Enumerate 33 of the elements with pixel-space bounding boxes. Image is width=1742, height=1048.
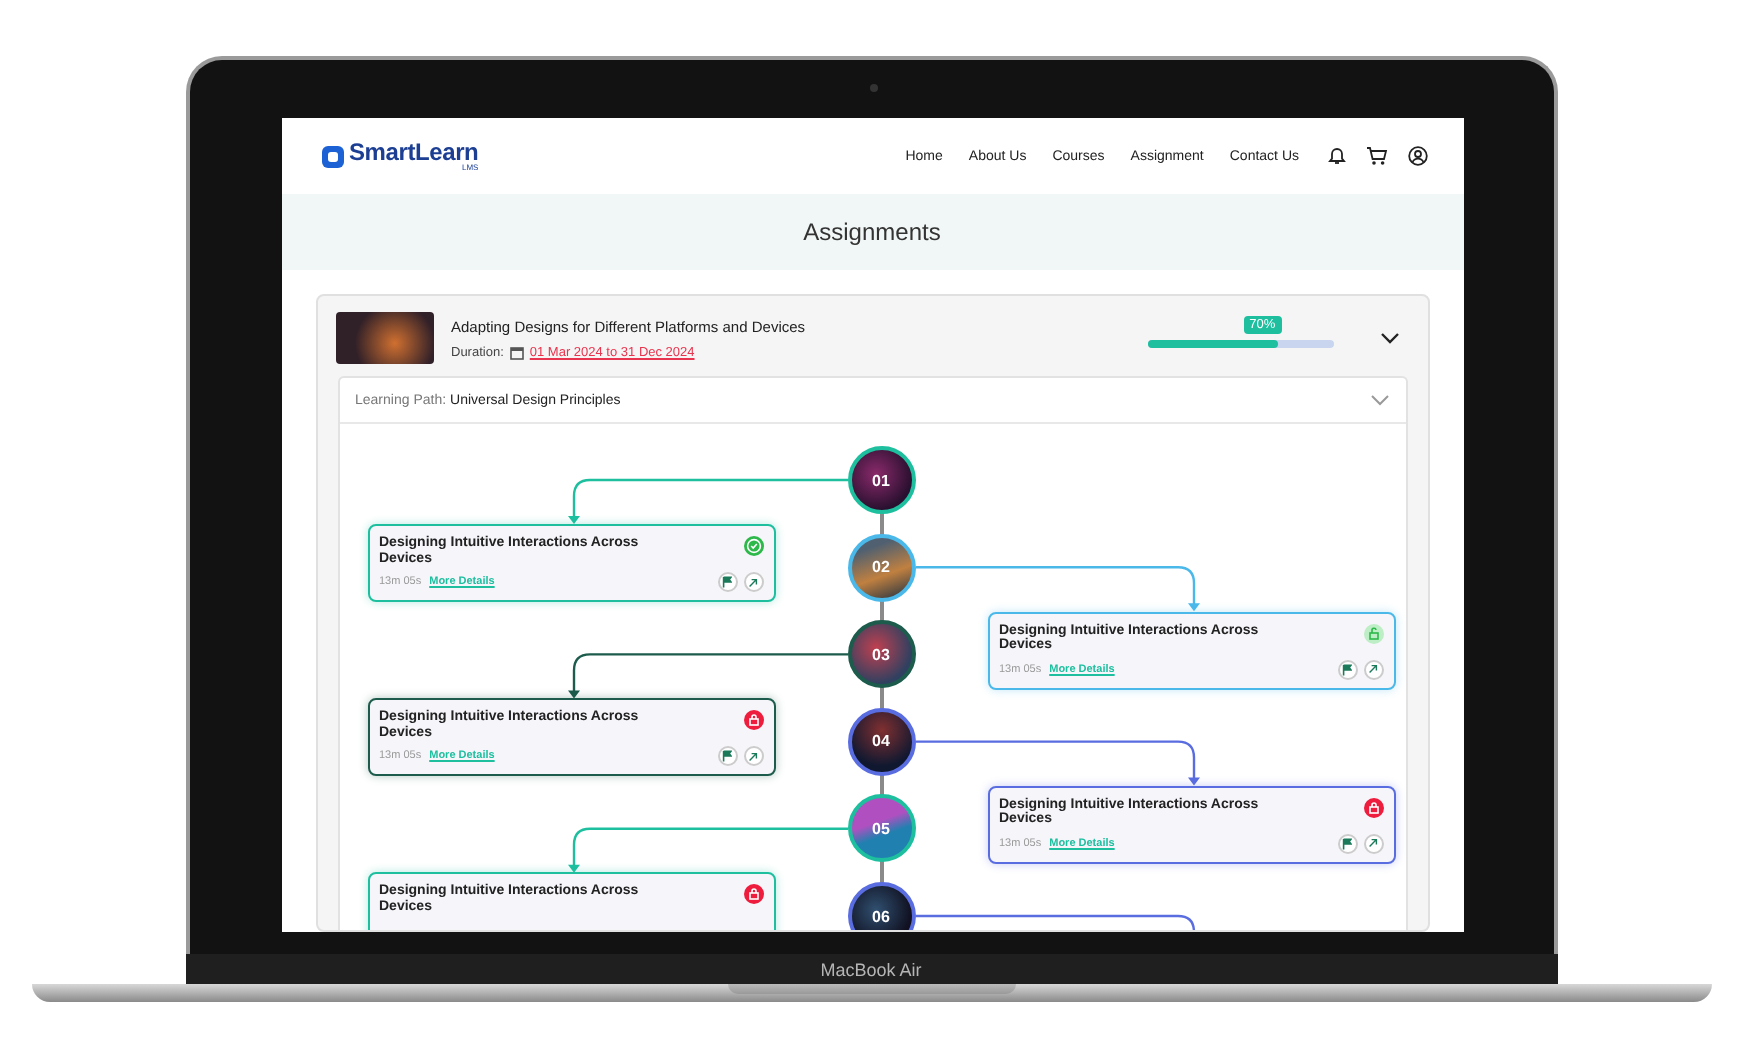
flag-icon <box>722 576 732 588</box>
flag-icon <box>1342 663 1352 676</box>
camera-dot <box>869 84 877 92</box>
arrow-up-right-icon <box>1368 838 1378 849</box>
flag-button[interactable] <box>717 746 737 767</box>
flag-button[interactable] <box>1337 659 1357 680</box>
page-title: Assignments <box>803 218 941 246</box>
step-node[interactable]: 04 <box>847 707 915 776</box>
step-node[interactable]: 03 <box>847 620 915 689</box>
cart-icon[interactable] <box>1365 146 1387 166</box>
chevron-down-icon[interactable] <box>1379 332 1399 344</box>
step-node[interactable]: 06 <box>847 882 915 930</box>
arrow-up-right-icon <box>748 577 758 587</box>
user-icon[interactable] <box>1407 146 1427 166</box>
open-link-button[interactable] <box>1363 659 1383 680</box>
step-node[interactable]: 01 <box>847 446 915 514</box>
photo-placeholder <box>335 312 433 364</box>
flag-icon <box>1342 837 1352 850</box>
open-link-button[interactable] <box>743 746 763 767</box>
logo-icon <box>321 145 343 167</box>
flag-icon <box>722 750 732 763</box>
step-node[interactable]: 05 <box>847 794 915 863</box>
open-link-button[interactable] <box>1363 833 1383 854</box>
calendar-icon <box>509 345 524 359</box>
step-node[interactable]: 02 <box>847 533 915 602</box>
flag-button[interactable] <box>717 572 737 592</box>
logo-text[interactable]: SmartLearn <box>349 140 479 164</box>
flag-button[interactable] <box>1337 833 1357 854</box>
arrow-up-right-icon <box>748 751 758 762</box>
arrow-up-right-icon <box>1368 664 1378 675</box>
bell-icon[interactable] <box>1327 146 1345 166</box>
device-label: MacBook Air <box>820 959 922 979</box>
open-link-button[interactable] <box>743 572 763 592</box>
